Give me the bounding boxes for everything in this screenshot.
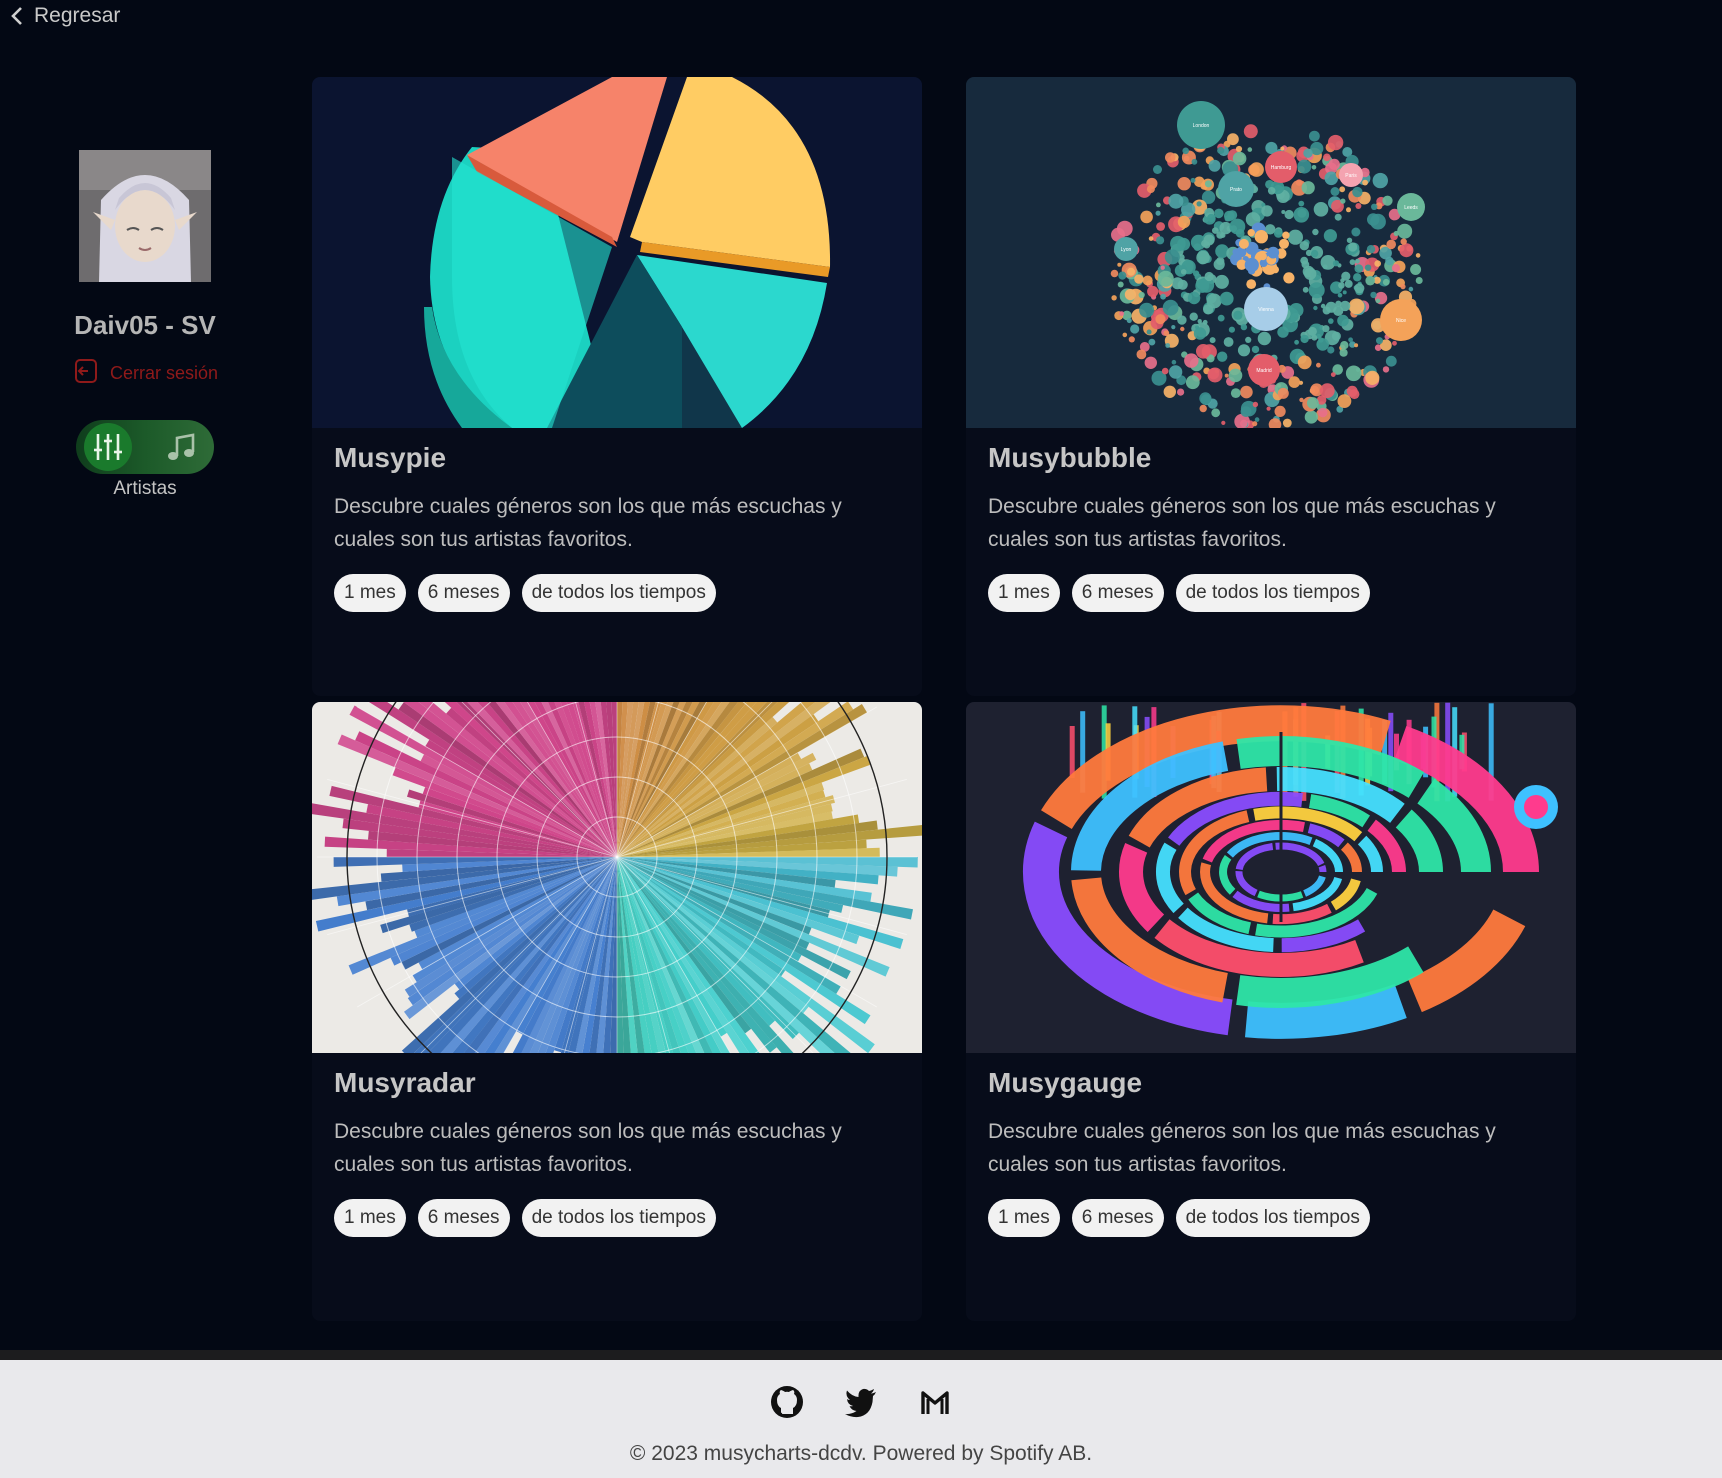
- svg-text:London: London: [1193, 123, 1210, 129]
- equalizer-icon: [84, 423, 132, 471]
- range-all-time-button[interactable]: de todos los tiempos: [521, 1199, 716, 1237]
- svg-text:Hamburg: Hamburg: [1271, 165, 1292, 171]
- card-description: Descubre cuales géneros son los que más …: [988, 495, 1496, 551]
- logout-button[interactable]: Cerrar sesión: [72, 357, 218, 390]
- range-1-month-button[interactable]: 1 mes: [988, 1199, 1060, 1237]
- chevron-left-icon: [10, 6, 24, 26]
- card-title: Musygauge: [988, 1067, 1143, 1098]
- copyright-text: © 2023 musycharts-dcdv. Powered by Spoti…: [629, 1442, 1093, 1465]
- logout-label: Cerrar sesión: [109, 363, 219, 383]
- svg-text:Prato: Prato: [1230, 187, 1242, 193]
- card-musygauge[interactable]: Musygauge Descubre cuales géneros son lo…: [966, 702, 1576, 1321]
- musybubble-image: London Hamburg Prato Paris Leeds Nice Vienna Ma…: [966, 77, 1576, 428]
- svg-text:Nice: Nice: [1396, 318, 1406, 324]
- musyradar-image: [312, 702, 922, 1053]
- music-note-icon: [158, 423, 206, 471]
- svg-text:Lyon: Lyon: [1121, 247, 1132, 253]
- range-all-time-button[interactable]: de todos los tiempos: [1175, 574, 1370, 612]
- svg-text:Madrid: Madrid: [1256, 368, 1272, 374]
- range-6-months-button[interactable]: 6 meses: [417, 574, 510, 612]
- card-description: Descubre cuales géneros son los que más …: [988, 1120, 1496, 1176]
- card-title: Musybubble: [988, 442, 1152, 473]
- range-1-month-button[interactable]: 1 mes: [988, 574, 1060, 612]
- username: Daiv05 - SV: [74, 310, 216, 340]
- card-title: Musypie: [334, 442, 447, 473]
- range-6-months-button[interactable]: 6 meses: [417, 1199, 510, 1237]
- svg-text:Paris: Paris: [1345, 173, 1357, 179]
- svg-text:Leeds: Leeds: [1404, 205, 1418, 211]
- gmail-icon[interactable]: [917, 1384, 953, 1425]
- range-all-time-button[interactable]: de todos los tiempos: [1175, 1199, 1370, 1237]
- musygauge-image: [966, 702, 1576, 1053]
- back-label: Regresar: [34, 4, 121, 27]
- back-link[interactable]: Regresar: [10, 4, 120, 28]
- footer: © 2023 musycharts-dcdv. Powered by Spoti…: [0, 1350, 1722, 1478]
- card-musypie[interactable]: Musypie Descubre cuales géneros son los …: [312, 77, 922, 696]
- range-1-month-button[interactable]: 1 mes: [334, 1199, 406, 1237]
- card-musyradar[interactable]: Musyradar Descubre cuales géneros son lo…: [312, 702, 922, 1321]
- view-toggle[interactable]: [76, 420, 214, 474]
- range-6-months-button[interactable]: 6 meses: [1071, 1199, 1164, 1237]
- logout-icon: [72, 357, 100, 390]
- svg-text:Vienna: Vienna: [1258, 307, 1274, 313]
- musypie-image: [312, 77, 922, 428]
- card-description: Descubre cuales géneros son los que más …: [334, 1120, 842, 1176]
- avatar: [79, 150, 211, 282]
- twitter-icon[interactable]: [843, 1384, 879, 1425]
- github-icon[interactable]: [769, 1384, 805, 1425]
- profile-sidebar: Daiv05 - SV Cerrar sesión Artistas: [30, 150, 260, 500]
- card-musybubble[interactable]: London Hamburg Prato Paris Leeds Nice Vienna Ma…: [966, 77, 1576, 696]
- range-all-time-button[interactable]: de todos los tiempos: [521, 574, 716, 612]
- range-6-months-button[interactable]: 6 meses: [1071, 574, 1164, 612]
- range-1-month-button[interactable]: 1 mes: [334, 574, 406, 612]
- toggle-label: Artistas: [113, 478, 177, 499]
- card-title: Musyradar: [334, 1067, 476, 1098]
- card-description: Descubre cuales géneros son los que más …: [334, 495, 842, 551]
